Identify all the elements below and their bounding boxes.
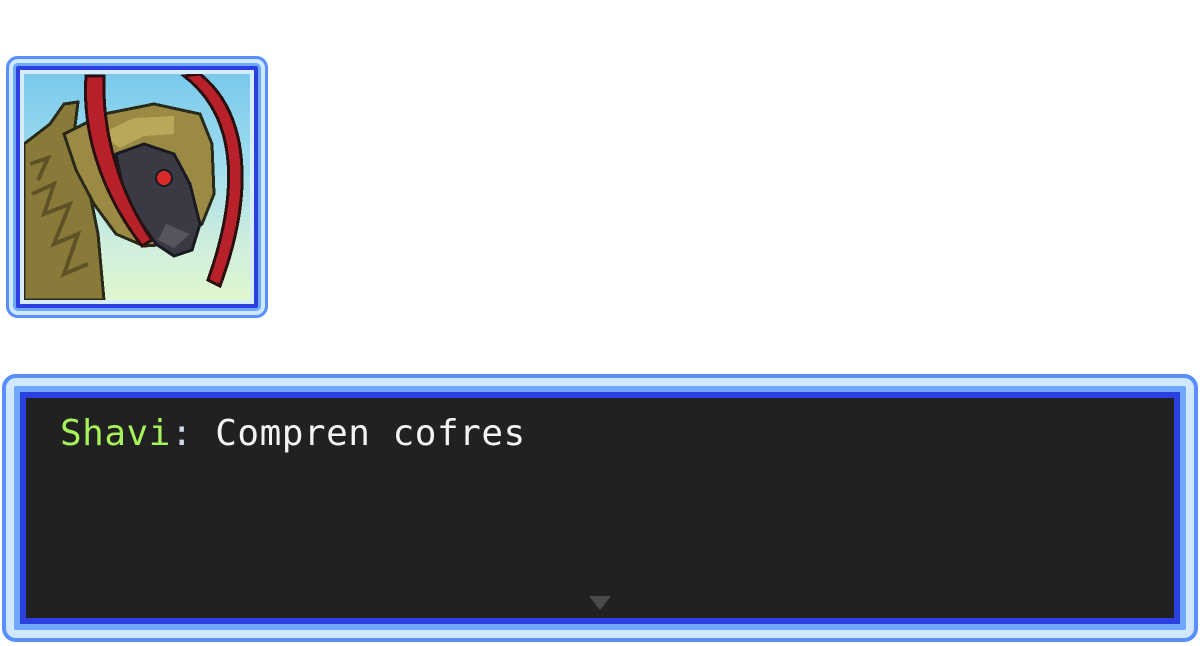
speaker-portrait-frame	[6, 56, 268, 318]
haxorus-portrait-icon	[24, 74, 244, 300]
dialog-text: Shavi: Compren cofres	[60, 412, 526, 456]
triangle-down-icon[interactable]	[589, 596, 611, 610]
dialog-box[interactable]: Shavi: Compren cofres	[2, 374, 1198, 642]
speaker-separator: :	[170, 413, 194, 454]
dialog-message: Compren cofres	[193, 413, 526, 454]
game-screen: Shavi: Compren cofres	[0, 0, 1200, 646]
speaker-portrait	[24, 74, 250, 300]
speaker-name: Shavi	[60, 413, 171, 454]
